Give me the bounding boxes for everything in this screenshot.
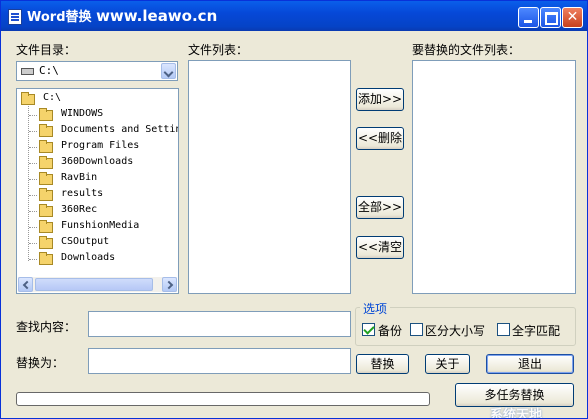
maximize-icon xyxy=(545,12,558,25)
tree-connector xyxy=(29,179,37,180)
tree-item-label: Documents and Settings xyxy=(61,124,178,135)
match-case-label: 区分大小写 xyxy=(425,324,486,338)
tree-connector xyxy=(29,147,37,148)
tree-connector xyxy=(29,211,37,212)
whole-word-checkbox[interactable] xyxy=(497,323,510,336)
tree-root-label: C:\ xyxy=(43,92,62,103)
tree-connector xyxy=(29,163,37,164)
tree-item-label: 360Downloads xyxy=(61,156,134,167)
exit-button[interactable]: 退出 xyxy=(486,354,574,374)
find-label: 查找内容： xyxy=(16,320,77,334)
folder-icon xyxy=(39,108,53,121)
whole-word-label: 全字匹配 xyxy=(512,324,561,338)
remove-button[interactable]: <<删除 xyxy=(356,127,404,150)
match-case-checkbox[interactable] xyxy=(410,323,423,336)
drive-icon xyxy=(21,68,34,75)
folder-icon xyxy=(39,220,53,233)
replace-with-input[interactable] xyxy=(88,348,351,374)
title-url: www.leawo.cn xyxy=(96,7,218,25)
replace-with-label: 替换为： xyxy=(16,356,65,370)
tree-item-label: 360Rec xyxy=(61,204,98,215)
file-list-label: 文件列表： xyxy=(188,43,249,57)
progress-bar xyxy=(16,392,430,406)
tree-item-label: CSOutput xyxy=(61,236,110,247)
window-title: Word替换 www.leawo.cn xyxy=(27,6,217,25)
options-group-title: 选项 xyxy=(360,300,391,317)
folder-icon xyxy=(39,156,53,169)
minimize-icon xyxy=(524,20,532,23)
tree-connector xyxy=(29,131,37,132)
scrollbar-thumb[interactable] xyxy=(35,278,153,291)
folder-icon xyxy=(39,140,53,153)
title-bar[interactable]: Word替换 www.leawo.cn ✕ xyxy=(1,1,587,31)
replace-file-list[interactable] xyxy=(412,60,576,294)
folder-icon xyxy=(39,252,53,265)
chevron-down-icon[interactable] xyxy=(161,63,176,79)
add-button[interactable]: 添加>> xyxy=(356,88,404,111)
folder-icon xyxy=(39,124,53,137)
tree-item-label: Program Files xyxy=(61,140,140,151)
backup-label: 备份 xyxy=(378,324,403,338)
directory-label: 文件目录： xyxy=(16,43,77,57)
tree-item-label: results xyxy=(61,188,104,199)
main-window: Word替换 www.leawo.cn ✕ 文件目录： 文件列表： 要替换的文件… xyxy=(0,0,588,419)
tree-connector xyxy=(29,115,37,116)
scroll-right-icon[interactable] xyxy=(162,277,177,292)
find-input[interactable] xyxy=(88,311,351,337)
title-app-name: Word替换 xyxy=(27,10,92,25)
folder-icon xyxy=(39,188,53,201)
open-folder-icon xyxy=(21,92,35,105)
tree-connector xyxy=(29,243,37,244)
backup-checkbox[interactable] xyxy=(362,323,375,336)
tree-item-label: FunshionMedia xyxy=(61,220,140,231)
directory-tree[interactable]: C:\ WINDOWS Documents and Settings Progr… xyxy=(16,88,179,294)
tree-item-label: RavBin xyxy=(61,172,98,183)
scroll-left-icon[interactable] xyxy=(18,277,33,292)
tree-item-label: WINDOWS xyxy=(61,108,104,119)
minimize-button[interactable] xyxy=(518,7,539,28)
tree-connector xyxy=(29,259,37,260)
word-app-icon xyxy=(8,9,22,25)
file-list[interactable] xyxy=(188,60,351,294)
maximize-button[interactable] xyxy=(540,7,561,28)
replace-button[interactable]: 替换 xyxy=(356,354,409,374)
watermark: 系统天地 xyxy=(490,408,543,419)
about-button[interactable]: 关于 xyxy=(425,354,470,374)
tree-connector xyxy=(29,227,37,228)
clear-button[interactable]: <<清空 xyxy=(356,236,404,259)
replace-list-label: 要替换的文件列表： xyxy=(412,43,521,57)
close-icon: ✕ xyxy=(566,9,579,25)
tree-connector xyxy=(29,195,37,196)
add-all-button[interactable]: 全部>> xyxy=(356,196,404,219)
folder-icon xyxy=(39,204,53,217)
tree-item-label: Downloads xyxy=(61,252,116,263)
close-button[interactable]: ✕ xyxy=(562,7,583,28)
tree-horizontal-scrollbar[interactable] xyxy=(18,277,177,292)
tree-connector xyxy=(28,106,29,261)
folder-icon xyxy=(39,236,53,249)
drive-select-value: C:\ xyxy=(39,64,59,77)
drive-select[interactable]: C:\ xyxy=(16,61,178,81)
folder-icon xyxy=(39,172,53,185)
